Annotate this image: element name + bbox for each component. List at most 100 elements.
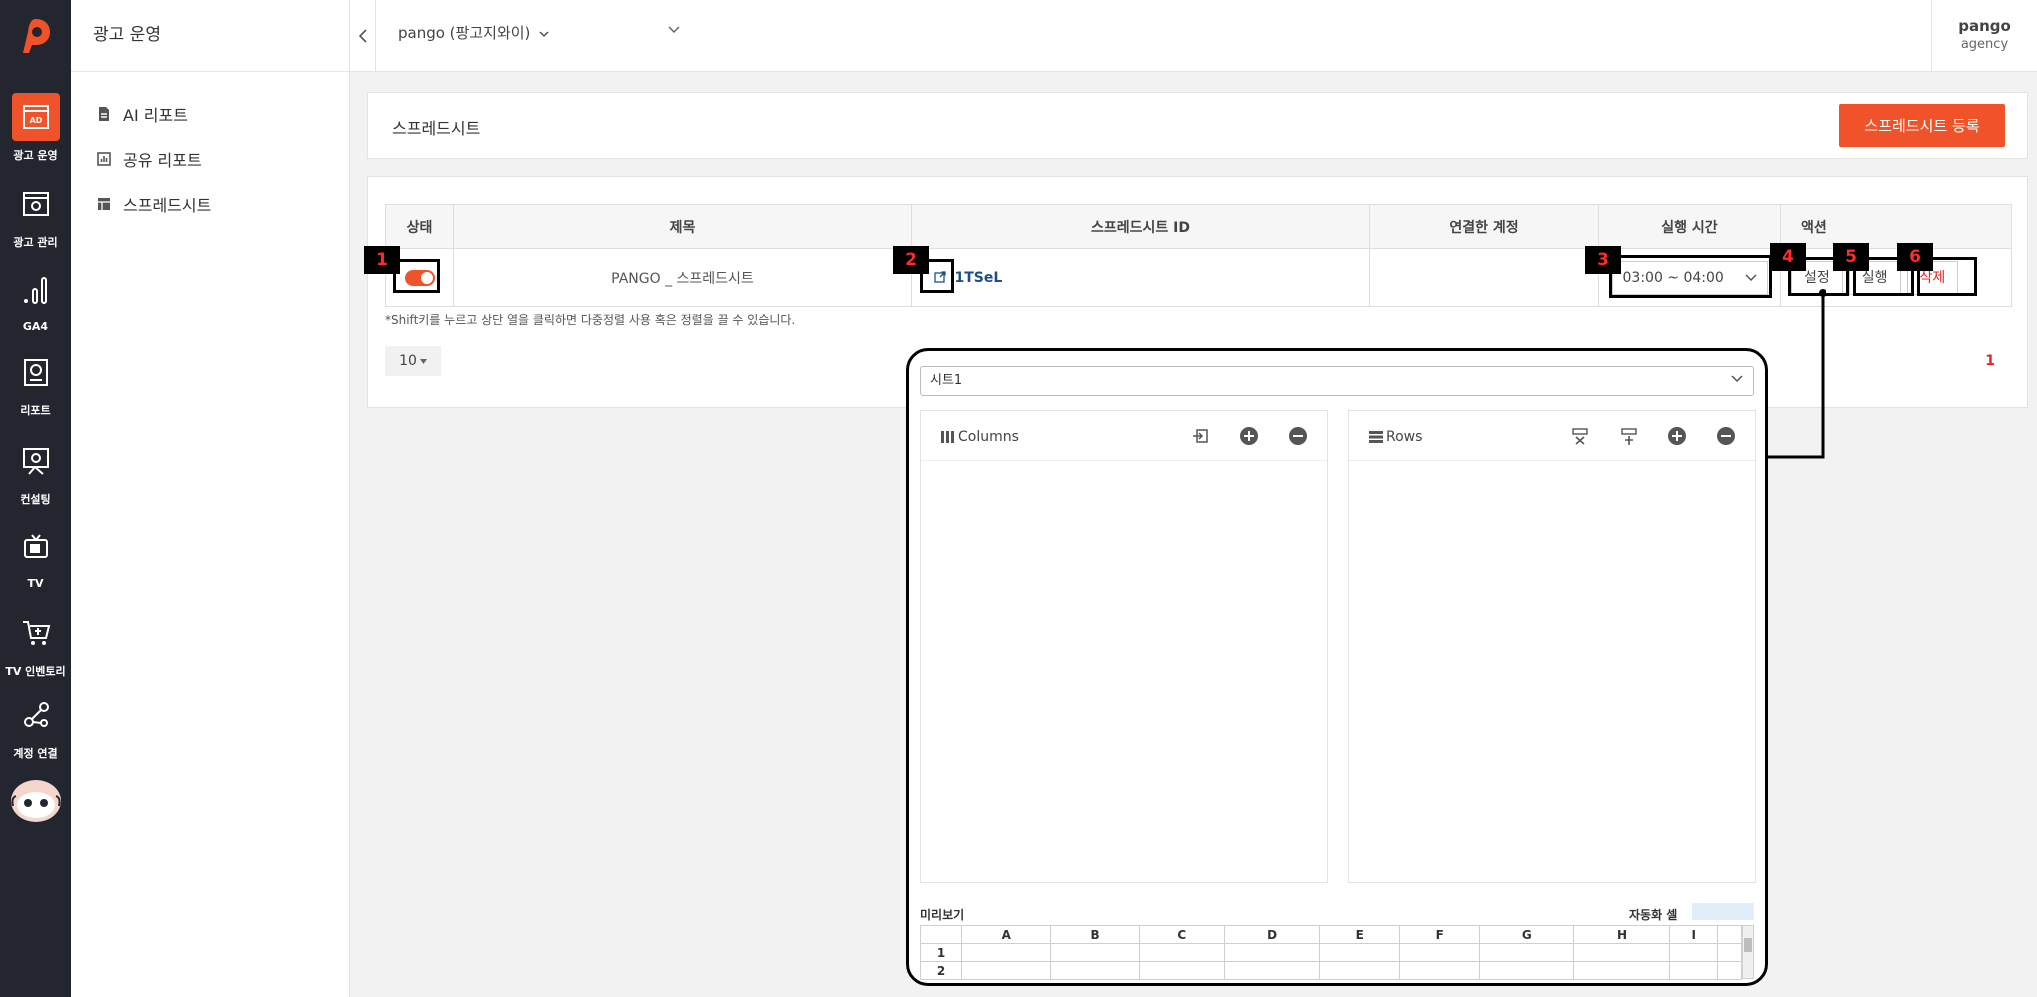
- preview-col-header[interactable]: E: [1319, 925, 1401, 944]
- preview-cell[interactable]: [1319, 943, 1401, 962]
- rail-item-ad-manage[interactable]: 광고 관리: [0, 180, 71, 254]
- account-select[interactable]: pango (팡고지와이): [398, 22, 549, 43]
- preview-cell[interactable]: [1573, 943, 1671, 962]
- sidebar-item-label: 공유 리포트: [123, 150, 202, 170]
- preview-cell[interactable]: [1479, 961, 1575, 980]
- preview-cell[interactable]: [1669, 961, 1718, 980]
- preview-cell[interactable]: [1399, 961, 1481, 980]
- preview-cell[interactable]: [1717, 961, 1742, 980]
- rail-item-account-link[interactable]: 계정 연결: [0, 691, 71, 765]
- preview-cell[interactable]: [960, 943, 1052, 962]
- icon-rail: AD 광고 운영 광고 관리 GA4 리포트 컨설팅 TV TV 인벤토리 계정…: [0, 0, 71, 997]
- column-header-run-time[interactable]: 실행 시간: [1598, 204, 1781, 249]
- preview-col-header[interactable]: I: [1669, 925, 1718, 944]
- rail-item-report[interactable]: 리포트: [0, 348, 71, 422]
- rail-label: TV 인벤토리: [5, 665, 66, 678]
- column-header-account[interactable]: 연결한 계정: [1369, 204, 1599, 249]
- insert-row-icon[interactable]: [1619, 426, 1639, 446]
- rail-item-ad-ops[interactable]: AD 광고 운영: [0, 93, 71, 167]
- user-org: agency: [1960, 37, 2009, 52]
- preview-cell[interactable]: [1223, 961, 1321, 980]
- callout-marker-6: 6: [1897, 243, 1933, 271]
- mascot-avatar-icon[interactable]: [8, 778, 64, 824]
- preview-cell[interactable]: [1717, 943, 1742, 962]
- ad-icon: AD: [11, 93, 60, 141]
- preview-scroll-thumb[interactable]: [1744, 938, 1752, 952]
- report-icon: [12, 348, 60, 396]
- preview-extra-col: [1717, 925, 1742, 944]
- topbar: pango (팡고지와이) pango agency: [350, 0, 2037, 72]
- sidebar-item-shared-report[interactable]: 공유 리포트: [71, 136, 349, 181]
- preview-scrollbar[interactable]: [1742, 925, 1754, 979]
- preview-col-header[interactable]: H: [1573, 925, 1671, 944]
- add-column-icon[interactable]: [1239, 426, 1259, 446]
- columns-title-text: Columns: [958, 429, 1019, 445]
- columns-panel: Columns: [920, 410, 1328, 883]
- preview-row-header[interactable]: 2: [920, 961, 962, 980]
- preview-row: 2: [920, 961, 1742, 980]
- rail-label: TV: [27, 577, 44, 590]
- preview-col-header[interactable]: B: [1050, 925, 1140, 944]
- sidebar-item-spreadsheet[interactable]: 스프레드시트: [71, 181, 349, 226]
- rail-label: 광고 운영: [13, 149, 58, 162]
- title-cell: PANGO _ 스프레드시트: [453, 248, 912, 307]
- chevron-down-icon: [539, 31, 549, 38]
- preview-cell[interactable]: [1223, 943, 1321, 962]
- preview-row-header[interactable]: 1: [920, 943, 962, 962]
- chevron-left-icon: [358, 29, 367, 43]
- callout-connector: [1767, 289, 1826, 459]
- preview-cell[interactable]: [1573, 961, 1671, 980]
- remove-row-icon[interactable]: [1716, 426, 1736, 446]
- app-root: AD 광고 운영 광고 관리 GA4 리포트 컨설팅 TV TV 인벤토리 계정…: [0, 0, 2037, 997]
- sheet-id-link[interactable]: 1TSeL: [954, 270, 1002, 286]
- preview-col-header[interactable]: D: [1223, 925, 1321, 944]
- rail-item-tv[interactable]: TV: [0, 523, 71, 597]
- remove-column-icon[interactable]: [1288, 426, 1308, 446]
- user-name: pango: [1958, 17, 2011, 35]
- preview-cell[interactable]: [1050, 961, 1140, 980]
- settings-popup: 시트1 Columns Rows 미리보기 자동화 셀 A B C D E F …: [906, 348, 1768, 986]
- rows-icon: [1369, 431, 1383, 443]
- highlight-status-toggle: [393, 259, 440, 293]
- chevron-down-icon[interactable]: [668, 26, 680, 34]
- rows-panel-title: Rows: [1369, 429, 1422, 445]
- rail-label: 컨설팅: [20, 493, 51, 506]
- link-nodes-icon: [12, 691, 60, 739]
- register-spreadsheet-button[interactable]: 스프레드시트 등록: [1839, 104, 2005, 147]
- page-title: 스프레드시트: [392, 119, 481, 138]
- rail-item-tv-inventory[interactable]: TV 인벤토리: [0, 609, 71, 683]
- pagination-current-page[interactable]: 1: [1985, 353, 1995, 369]
- preview-col-header[interactable]: F: [1399, 925, 1481, 944]
- preview-cell[interactable]: [1399, 943, 1481, 962]
- collapse-sidebar-button[interactable]: [350, 0, 376, 72]
- sheet-select[interactable]: 시트1: [920, 366, 1754, 396]
- pango-logo[interactable]: [19, 16, 53, 56]
- preview-cell[interactable]: [1479, 943, 1575, 962]
- columns-panel-title: Columns: [941, 429, 1019, 445]
- column-header-status[interactable]: 상태: [385, 204, 454, 249]
- sidebar-item-label: AI 리포트: [123, 105, 188, 125]
- sidebar-item-label: 스프레드시트: [123, 195, 212, 215]
- preview-col-header[interactable]: A: [960, 925, 1052, 944]
- preview-cell[interactable]: [960, 961, 1052, 980]
- callout-marker-1: 1: [364, 246, 400, 274]
- preview-cell[interactable]: [1050, 943, 1140, 962]
- sidebar-title: 광고 운영: [71, 0, 349, 72]
- column-header-sheet-id[interactable]: 스프레드시트 ID: [911, 204, 1370, 249]
- user-menu[interactable]: pango agency: [1931, 0, 2037, 72]
- preview-cell[interactable]: [1319, 961, 1401, 980]
- preview-cell[interactable]: [1669, 943, 1718, 962]
- rail-item-ga4[interactable]: GA4: [0, 266, 71, 340]
- preview-col-header[interactable]: C: [1138, 925, 1225, 944]
- clear-rows-icon[interactable]: [1570, 426, 1590, 446]
- callout-marker-3: 3: [1585, 246, 1621, 274]
- preview-col-header[interactable]: G: [1479, 925, 1575, 944]
- sidebar-item-ai-report[interactable]: AI 리포트: [71, 91, 349, 136]
- add-row-icon[interactable]: [1667, 426, 1687, 446]
- preview-cell[interactable]: [1138, 961, 1225, 980]
- rail-item-consulting[interactable]: 컨설팅: [0, 437, 71, 511]
- import-icon[interactable]: [1191, 426, 1211, 446]
- column-header-title[interactable]: 제목: [453, 204, 912, 249]
- page-size-select[interactable]: 10: [385, 346, 441, 376]
- preview-cell[interactable]: [1138, 943, 1225, 962]
